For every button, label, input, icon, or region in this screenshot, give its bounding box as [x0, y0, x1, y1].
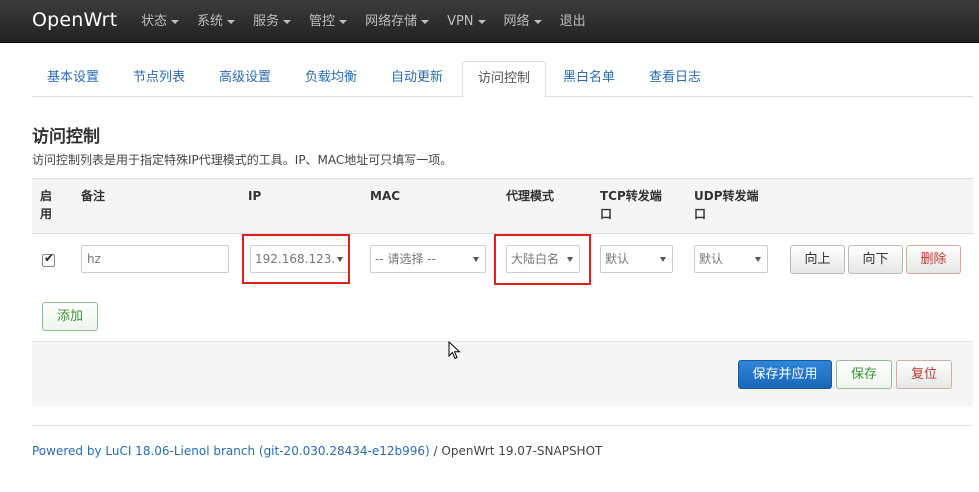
reset-button[interactable]: 复位 [896, 360, 952, 389]
page-title: 访问控制 [32, 127, 100, 147]
mouse-cursor-icon [448, 341, 461, 360]
add-button[interactable]: 添加 [42, 302, 98, 331]
main-menu: 状态 系统 服务 管控 网络存储 VPN 网络 退出 [132, 0, 595, 43]
chevron-down-icon [755, 257, 761, 262]
tab-view-log[interactable]: 查看日志 [634, 61, 716, 97]
header-udp-port: UDP转发端口 [694, 189, 759, 221]
table-header: 启用 备注 IP MAC 代理模式 TCP转发端口 UDP转发端口 [32, 178, 973, 234]
caret-down-icon [477, 19, 486, 24]
acl-table: 启用 备注 IP MAC 代理模式 TCP转发端口 UDP转发端口 ✔ hz 1… [32, 178, 973, 341]
caret-down-icon [339, 19, 348, 24]
footer-divider [32, 425, 973, 426]
save-apply-button[interactable]: 保存并应用 [738, 360, 832, 389]
menu-control[interactable]: 管控 [300, 0, 356, 43]
tcp-port-value: 默认 [605, 252, 630, 266]
highlight-box-proxy-mode [494, 234, 591, 285]
header-proxy-mode: 代理模式 [506, 189, 555, 203]
header-tcp-port: TCP转发端口 [600, 189, 662, 221]
move-down-button[interactable]: 向下 [848, 245, 903, 274]
udp-port-select[interactable]: 默认 [694, 245, 768, 273]
menu-label: 网络 [503, 14, 530, 29]
menu-label: 服务 [253, 14, 280, 29]
tab-basic-settings[interactable]: 基本设置 [32, 61, 114, 97]
menu-label: 退出 [559, 14, 586, 29]
menu-label: 网络存储 [365, 14, 418, 29]
menu-label: 管控 [309, 14, 336, 29]
checkmark-icon: ✔ [44, 251, 55, 265]
header-mac: MAC [370, 189, 401, 203]
caret-down-icon [227, 19, 236, 24]
menu-system[interactable]: 系统 [188, 0, 244, 43]
footer: Powered by LuCI 18.06-Lienol branch (git… [32, 444, 602, 458]
menu-network[interactable]: 网络 [495, 0, 551, 43]
remark-input[interactable]: hz [81, 245, 229, 273]
tab-access-control[interactable]: 访问控制 [462, 61, 547, 98]
menu-nas[interactable]: 网络存储 [356, 0, 438, 43]
mac-select-value: -- 请选择 -- [375, 252, 436, 266]
mac-select[interactable]: -- 请选择 -- [370, 245, 486, 273]
menu-services[interactable]: 服务 [244, 0, 300, 43]
header-enabled: 启用 [40, 189, 53, 221]
section-description: 访问控制列表是用于指定特殊IP代理模式的工具。IP、MAC地址可只填写一项。 [32, 153, 453, 167]
tcp-port-select[interactable]: 默认 [600, 245, 673, 273]
tab-node-list[interactable]: 节点列表 [118, 61, 200, 97]
move-up-button[interactable]: 向上 [790, 245, 845, 274]
menu-label: 系统 [197, 14, 224, 29]
header-remark: 备注 [81, 189, 106, 203]
caret-down-icon [533, 19, 542, 24]
tab-auto-update[interactable]: 自动更新 [376, 61, 458, 97]
menu-logout[interactable]: 退出 [551, 0, 595, 43]
menu-status[interactable]: 状态 [132, 0, 188, 43]
menu-label: 状态 [141, 14, 168, 29]
caret-down-icon [283, 19, 292, 24]
save-button[interactable]: 保存 [836, 360, 892, 389]
chevron-down-icon [473, 257, 479, 262]
highlight-box-ip [242, 234, 350, 284]
tab-advanced-settings[interactable]: 高级设置 [204, 61, 286, 97]
brand-logo[interactable]: OpenWrt [32, 9, 117, 31]
tab-black-white-list[interactable]: 黑白名单 [548, 61, 630, 97]
menu-label: VPN [447, 14, 474, 29]
tab-load-balancing[interactable]: 负载均衡 [290, 61, 372, 97]
form-actions: 保存并应用 保存 复位 [32, 341, 973, 406]
udp-port-value: 默认 [699, 252, 724, 266]
caret-down-icon [421, 19, 430, 24]
chevron-down-icon [660, 257, 666, 262]
header-ip: IP [248, 189, 262, 203]
caret-down-icon [171, 19, 180, 24]
tab-bar: 基本设置 节点列表 高级设置 负载均衡 自动更新 访问控制 黑白名单 查看日志 [32, 61, 973, 98]
luci-link[interactable]: Powered by LuCI 18.06-Lienol branch (git… [32, 444, 430, 458]
footer-version: / OpenWrt 19.07-SNAPSHOT [429, 444, 603, 458]
enabled-checkbox[interactable]: ✔ [42, 251, 55, 267]
menu-vpn[interactable]: VPN [438, 0, 494, 43]
top-navbar: OpenWrt 状态 系统 服务 管控 网络存储 VPN 网络 退出 [0, 0, 979, 43]
remove-button[interactable]: 删除 [906, 245, 961, 274]
